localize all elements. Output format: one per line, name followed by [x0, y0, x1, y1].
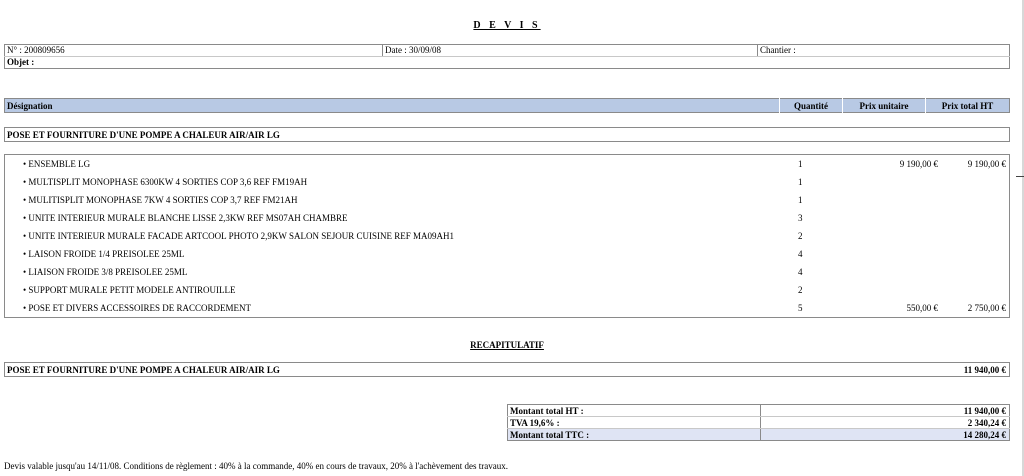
- site-field: Chantier :: [757, 44, 1010, 57]
- tva-value: 2 340,24 €: [760, 416, 1010, 429]
- info-box: N° : 200809656 Date : 30/09/08 Chantier …: [4, 44, 1010, 69]
- line-unit-price: 550,00 €: [906, 303, 939, 313]
- section-header: POSE ET FOURNITURE D'UNE POMPE A CHALEUR…: [4, 127, 1010, 142]
- line-quantity: 4: [798, 249, 803, 259]
- col-designation: Désignation: [7, 100, 53, 111]
- line-total-price: [941, 227, 1010, 245]
- line-designation: • POSE ET DIVERS ACCESSOIRES DE RACCORDE…: [23, 303, 252, 313]
- line-quantity: 3: [798, 213, 803, 223]
- line-unit-price: [858, 245, 941, 263]
- line-unit-price: [858, 281, 941, 299]
- table-row: • MULTISPLIT MONOPHASE 6300KW 4 SORTIES …: [5, 173, 1010, 191]
- line-quantity: 5: [798, 303, 803, 313]
- table-row: • MULITISPLIT MONOPHASE 7KW 4 SORTIES CO…: [5, 191, 1010, 209]
- tva-label: TVA 19,6% :: [507, 416, 761, 429]
- line-designation: • SUPPORT MURALE PETIT MODELE ANTIROUILL…: [23, 285, 236, 295]
- recap-label: POSE ET FOURNITURE D'UNE POMPE A CHALEUR…: [7, 364, 280, 375]
- line-items-table: • ENSEMBLE LG 1 9 190,00 € 9 190,00 € • MULT…: [4, 154, 1010, 318]
- totals-table: Montant total HT : 11 940,00 € TVA 19,6%…: [507, 404, 1010, 441]
- line-unit-price: [858, 209, 941, 227]
- col-quantity: Quantité: [779, 98, 843, 113]
- line-total-price: [941, 191, 1010, 209]
- line-unit-price: [858, 227, 941, 245]
- quote-date: Date : 30/09/08: [382, 44, 758, 57]
- line-quantity: 1: [798, 159, 803, 169]
- column-header: Désignation Quantité Prix unitaire Prix …: [4, 98, 1010, 113]
- line-total-price: [941, 245, 1010, 263]
- line-quantity: 2: [798, 231, 803, 241]
- table-row: • SUPPORT MURALE PETIT MODELE ANTIROUILL…: [5, 281, 1010, 299]
- validity-footer: Devis valable jusqu'au 14/11/08. Conditi…: [4, 461, 509, 471]
- recap-title: RECAPITULATIF: [470, 340, 544, 350]
- table-row: • POSE ET DIVERS ACCESSOIRES DE RACCORDE…: [5, 299, 1010, 318]
- line-total-price: [941, 281, 1010, 299]
- section-title: POSE ET FOURNITURE D'UNE POMPE A CHALEUR…: [7, 129, 280, 140]
- line-total-price: 2 750,00 €: [967, 303, 1006, 313]
- table-row: • ENSEMBLE LG 1 9 190,00 € 9 190,00 €: [5, 155, 1010, 174]
- line-quantity: 4: [798, 267, 803, 277]
- table-row: • LAISON FROIDE 1/4 PREISOLEE 25ML 4: [5, 245, 1010, 263]
- line-total-price: 9 190,00 €: [967, 159, 1006, 169]
- table-row: • LIAISON FROIDE 3/8 PREISOLEE 25ML 4: [5, 263, 1010, 281]
- scroll-marker[interactable]: [1016, 176, 1024, 177]
- line-total-price: [941, 209, 1010, 227]
- line-unit-price: [858, 173, 941, 191]
- object-field: Objet :: [7, 57, 35, 67]
- recap-box: POSE ET FOURNITURE D'UNE POMPE A CHALEUR…: [4, 362, 1010, 377]
- total-ht-value: 11 940,00 €: [760, 404, 1010, 417]
- line-quantity: 1: [798, 177, 803, 187]
- line-designation: • UNITE INTERIEUR MURALE FACADE ARTCOOL …: [23, 231, 455, 241]
- table-row: • UNITE INTERIEUR MURALE FACADE ARTCOOL …: [5, 227, 1010, 245]
- line-quantity: 2: [798, 285, 803, 295]
- table-row: • UNITE INTERIEUR MURALE BLANCHE LISSE 2…: [5, 209, 1010, 227]
- document-title: D E V I S: [473, 20, 541, 31]
- recap-value: 11 940,00 €: [963, 364, 1006, 375]
- line-total-price: [941, 173, 1010, 191]
- line-unit-price: [858, 191, 941, 209]
- line-unit-price: [858, 263, 941, 281]
- line-quantity: 1: [798, 195, 803, 205]
- total-ht-label: Montant total HT :: [507, 404, 761, 417]
- line-designation: • LAISON FROIDE 1/4 PREISOLEE 25ML: [23, 249, 185, 259]
- col-unit-price: Prix unitaire: [842, 98, 926, 113]
- total-ttc-value: 14 280,24 €: [760, 428, 1010, 441]
- line-designation: • MULTISPLIT MONOPHASE 6300KW 4 SORTIES …: [23, 177, 308, 187]
- col-total-price: Prix total HT: [925, 98, 1010, 113]
- line-designation: • ENSEMBLE LG: [23, 159, 91, 169]
- line-unit-price: 9 190,00 €: [899, 159, 938, 169]
- quote-number: N° : 200809656: [4, 44, 383, 57]
- line-total-price: [941, 263, 1010, 281]
- line-designation: • MULITISPLIT MONOPHASE 7KW 4 SORTIES CO…: [23, 195, 298, 205]
- total-ttc-label: Montant total TTC :: [507, 428, 761, 441]
- line-designation: • UNITE INTERIEUR MURALE BLANCHE LISSE 2…: [23, 213, 348, 223]
- line-designation: • LIAISON FROIDE 3/8 PREISOLEE 25ML: [23, 267, 188, 277]
